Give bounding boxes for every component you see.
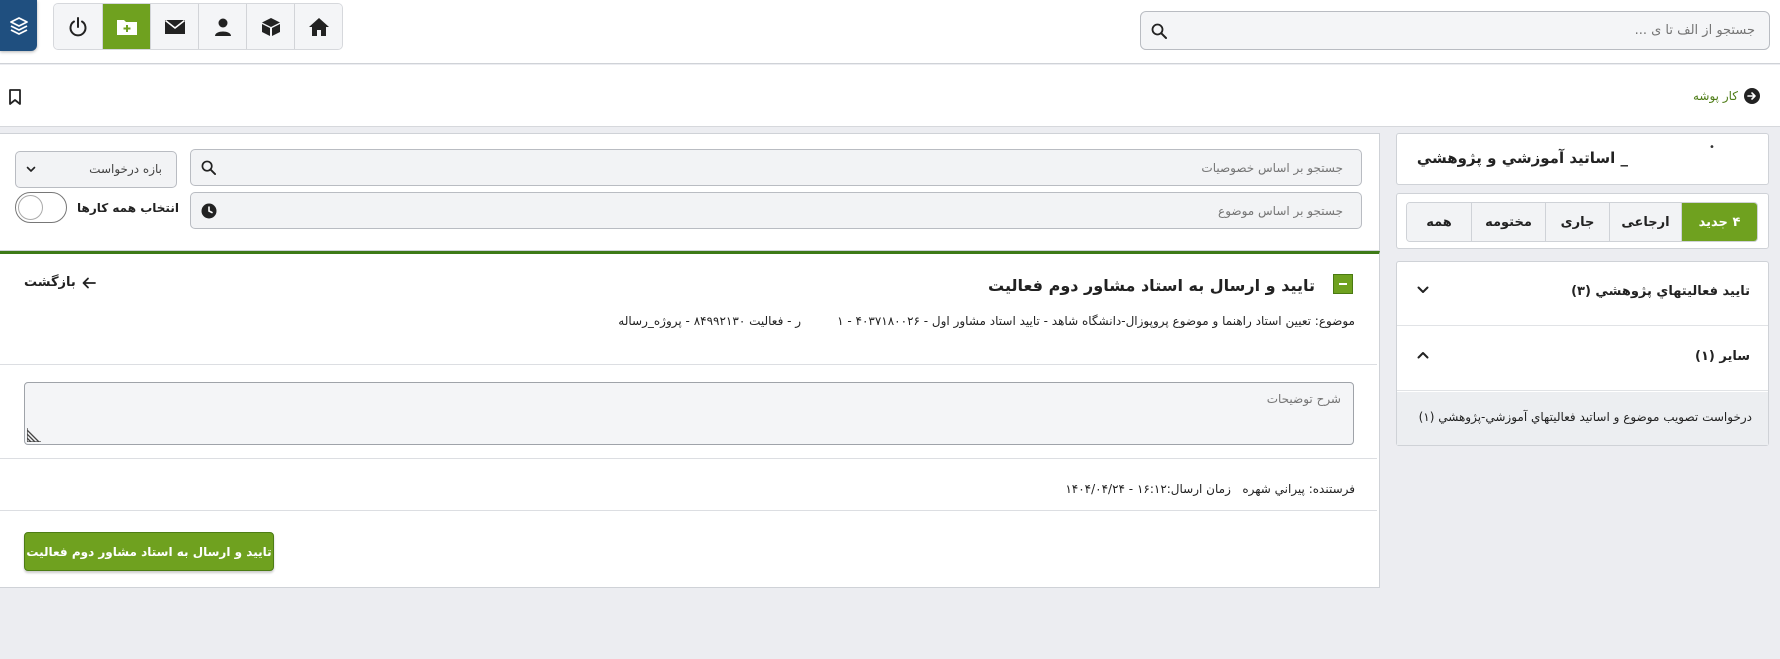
- request-period-select[interactable]: بازه درخواست: [15, 151, 177, 188]
- top-bar: [0, 0, 1780, 64]
- power-button[interactable]: [54, 4, 102, 49]
- chevron-down-icon: [1417, 286, 1429, 293]
- cartable-title-card: • _ اساتید آموزشي و پژوهشي: [1396, 133, 1769, 185]
- select-all-toggle[interactable]: [15, 192, 67, 223]
- divider: [0, 510, 1377, 511]
- mail-button[interactable]: [150, 4, 198, 49]
- accordion-item-label: درخواست تصويب موضوع و اساتيد فعاليتهاي آ…: [1418, 410, 1752, 424]
- accordion-item[interactable]: درخواست تصويب موضوع و اساتيد فعاليتهاي آ…: [1397, 392, 1768, 445]
- tab-referred[interactable]: ارجاعی: [1609, 203, 1681, 241]
- divider: [0, 458, 1377, 459]
- accordion-label: تاييد فعاليتهاي پژوهشي (۳): [1571, 284, 1750, 299]
- accordion-label: ساير (۱): [1695, 349, 1750, 364]
- search-by-subject-input[interactable]: [221, 193, 1351, 228]
- request-period-value: بازه درخواست: [89, 162, 162, 176]
- search-by-properties-input[interactable]: [221, 150, 1351, 185]
- home-icon: [308, 17, 329, 36]
- add-folder-icon: [116, 19, 137, 35]
- resize-grip-icon[interactable]: [27, 428, 41, 442]
- layers-icon: [9, 16, 28, 35]
- status-tabs-card: ۴ جدید ارجاعی جاری مختومه همه: [1396, 193, 1769, 249]
- description-textarea[interactable]: [25, 383, 1353, 444]
- sent-time: زمان ارسال:۱۶:۱۲ - ۱۴۰۴/۰۴/۲۴: [1065, 482, 1231, 496]
- sender-label: فرستنده: پيراني شهره: [1242, 482, 1355, 496]
- box-button[interactable]: [246, 4, 294, 49]
- global-search-input[interactable]: [1171, 12, 1761, 49]
- activity-subject: موضوع: تعيين استاد راهنما و موضوع پروپوز…: [618, 314, 1355, 328]
- clock-icon[interactable]: [201, 203, 217, 219]
- filter-panel: بازه درخواست انتخاب همه کارها: [0, 133, 1380, 251]
- global-search: [1140, 11, 1770, 50]
- select-all-row: انتخاب همه کارها: [15, 192, 179, 223]
- description-box: [24, 382, 1354, 445]
- power-icon: [69, 16, 87, 36]
- breadcrumb-label: کار پوشه: [1692, 89, 1738, 103]
- breadcrumb[interactable]: کار پوشه: [1693, 88, 1760, 104]
- toolbar: [53, 3, 343, 50]
- activity-card: بازگشت تاييد و ارسال به استاد مشاور دوم …: [0, 251, 1380, 588]
- divider: [0, 364, 1377, 365]
- chevron-up-icon: [1417, 352, 1429, 359]
- tab-current[interactable]: جاری: [1545, 203, 1609, 241]
- mail-icon: [164, 19, 185, 34]
- accordion-header-other[interactable]: ساير (۱): [1397, 327, 1768, 391]
- back-label: بازگشت: [24, 275, 76, 290]
- select-all-label: انتخاب همه کارها: [77, 200, 179, 215]
- user-icon: [214, 18, 231, 36]
- bookmark-icon: [9, 89, 21, 105]
- subject-tail: ر - فعاليت ۸۴۹۹۲۱۳۰ - پروژه_رساله: [618, 314, 802, 328]
- breadcrumb-bar: کار پوشه: [0, 65, 1780, 127]
- subject-main: موضوع: تعيين استاد راهنما و موضوع پروپوز…: [837, 314, 1355, 328]
- category-accordion: تاييد فعاليتهاي پژوهشي (۳) ساير (۱) درخو…: [1396, 261, 1769, 446]
- cartable-title: _ اساتید آموزشي و پژوهشي: [1416, 149, 1628, 167]
- search-icon[interactable]: [201, 160, 216, 175]
- add-folder-button[interactable]: [102, 4, 150, 49]
- status-tabs: ۴ جدید ارجاعی جاری مختومه همه: [1406, 202, 1758, 242]
- user-button[interactable]: [198, 4, 246, 49]
- collapse-button[interactable]: [1333, 274, 1353, 294]
- layers-menu-button[interactable]: [0, 0, 37, 51]
- accordion-header-research[interactable]: تاييد فعاليتهاي پژوهشي (۳): [1397, 262, 1768, 326]
- home-button[interactable]: [294, 4, 342, 49]
- sender-info: فرستنده: پيراني شهره زمان ارسال:۱۶:۱۲ - …: [1065, 482, 1355, 496]
- search-icon[interactable]: [1151, 23, 1167, 39]
- search-by-subject: [190, 192, 1362, 229]
- tab-new[interactable]: ۴ جدید: [1681, 203, 1757, 241]
- back-button[interactable]: بازگشت: [24, 275, 96, 290]
- arrow-circle-right-icon: [1744, 88, 1760, 104]
- activity-title: تاييد و ارسال به استاد مشاور دوم فعاليت: [988, 276, 1315, 295]
- title-mark: •: [1709, 142, 1715, 153]
- bookmark-button[interactable]: [9, 89, 21, 105]
- arrow-left-icon: [82, 277, 96, 288]
- tab-all[interactable]: همه: [1407, 203, 1471, 241]
- minus-icon: [1339, 283, 1347, 285]
- chevron-down-icon: [26, 166, 36, 172]
- approve-send-button[interactable]: تاييد و ارسال به استاد مشاور دوم فعاليت: [24, 532, 274, 571]
- box-icon: [261, 17, 280, 36]
- tab-closed[interactable]: مختومه: [1471, 203, 1545, 241]
- search-by-properties: [190, 149, 1362, 186]
